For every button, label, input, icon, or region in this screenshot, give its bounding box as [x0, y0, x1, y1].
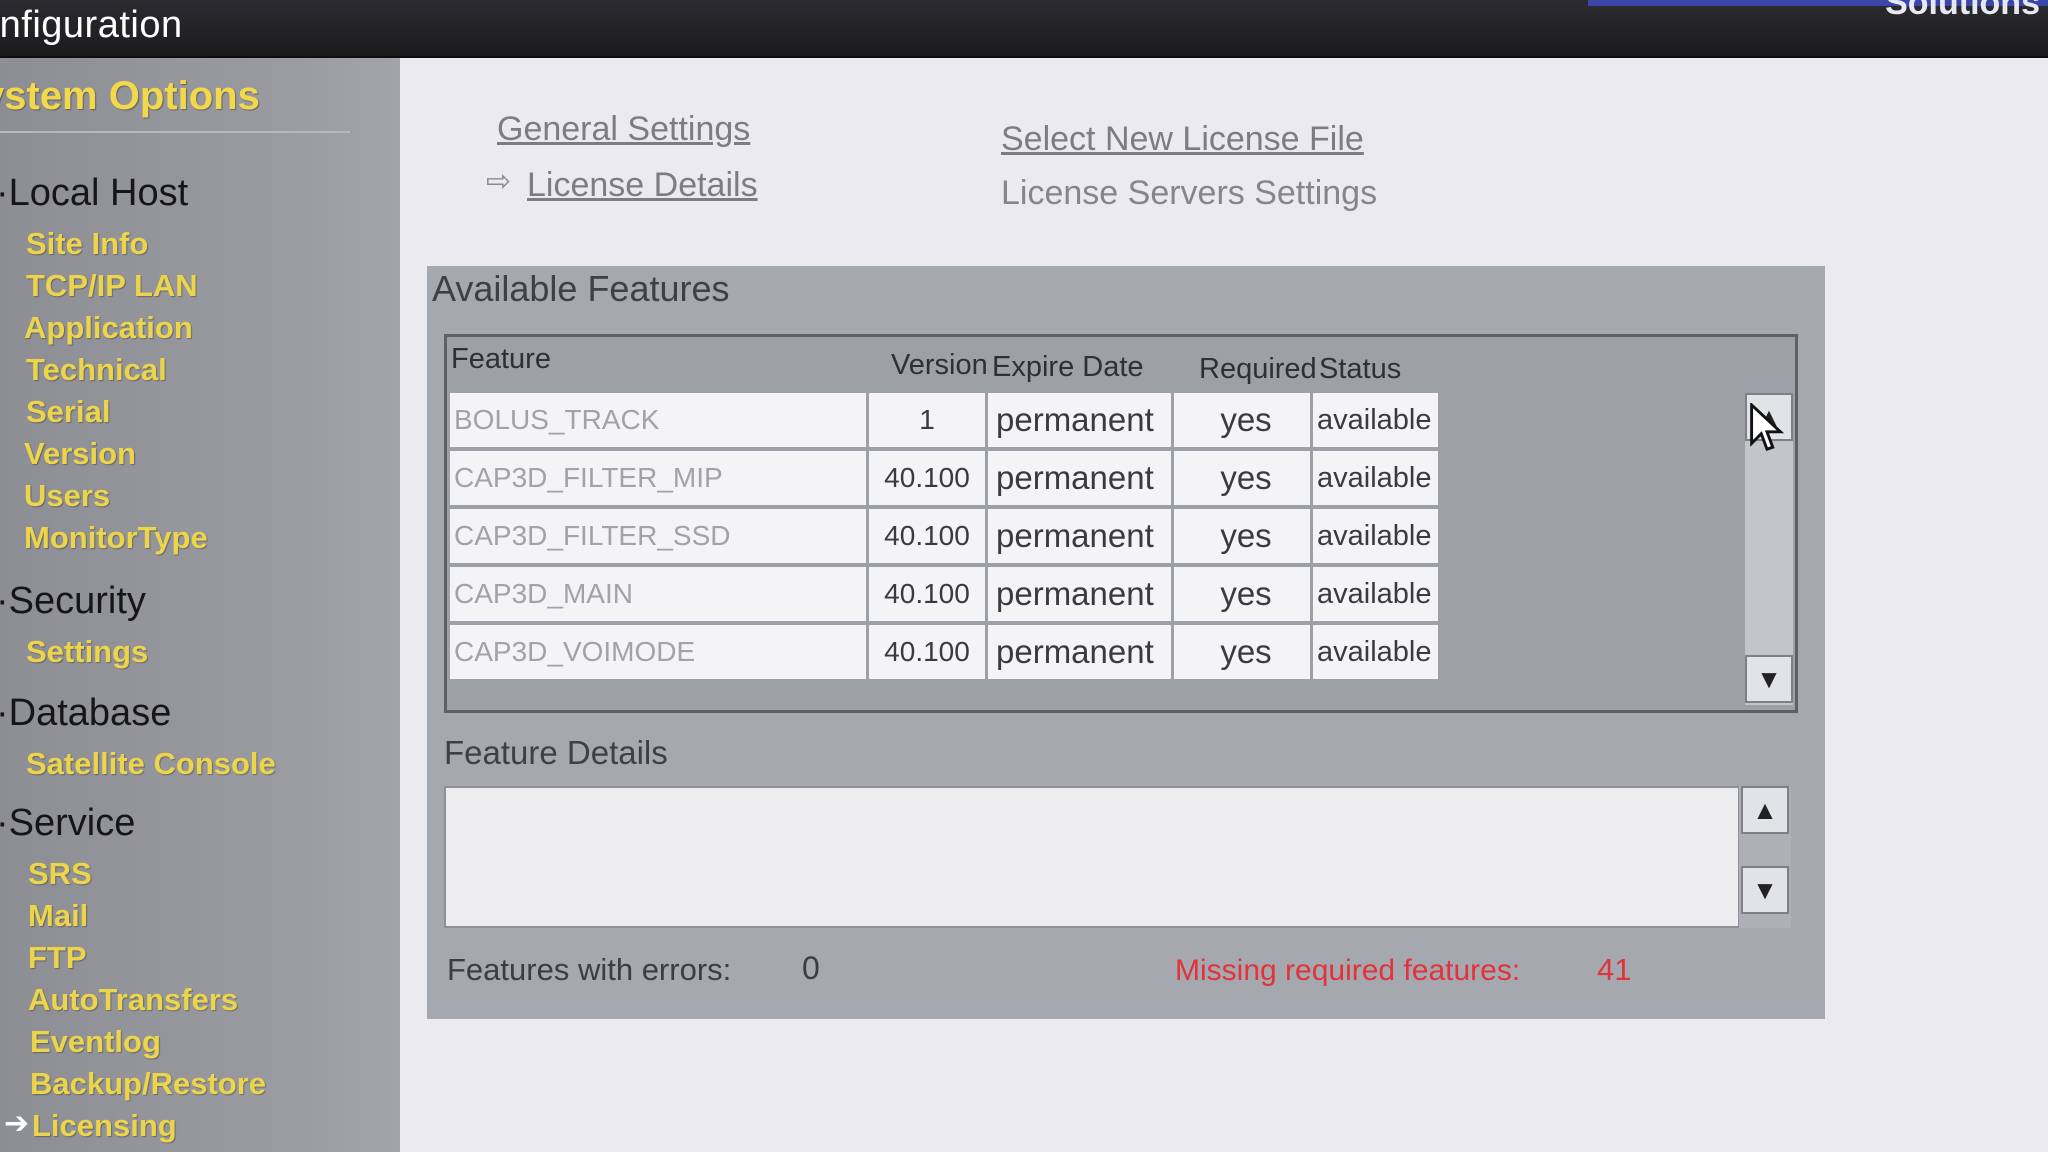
col-version[interactable]: Version	[891, 349, 988, 382]
table-row[interactable]: CAP3D_MAIN 40.100 permanent yes availabl…	[450, 567, 1742, 625]
cell-required: yes	[1174, 451, 1310, 505]
cell-required: yes	[1174, 393, 1310, 447]
features-table: Feature Version Expire Date Required Sta…	[444, 334, 1798, 713]
sidebar-item-site-info[interactable]: Site Info	[26, 226, 148, 262]
cell-status: available	[1313, 567, 1438, 621]
cell-expire: permanent	[988, 509, 1171, 563]
sidebar-item-settings[interactable]: Settings	[26, 634, 148, 670]
sidebar-item-technical[interactable]: Technical	[26, 352, 167, 388]
sidebar-item-version[interactable]: Version	[24, 436, 136, 472]
feature-details-title: Feature Details	[444, 734, 668, 771]
sidebar-item-autotransfers[interactable]: AutoTransfers	[28, 982, 238, 1018]
group-service[interactable]: ·Service	[0, 802, 135, 845]
cell-feature: CAP3D_VOIMODE	[450, 625, 866, 679]
link-license-servers-settings[interactable]: License Servers Settings	[1001, 174, 1377, 213]
sidebar: ystem Options ·Local Host Site Info TCP/…	[0, 58, 400, 1152]
cell-feature: CAP3D_FILTER_MIP	[450, 451, 866, 505]
cell-version: 1	[869, 393, 985, 447]
sidebar-item-licensing[interactable]: Licensing	[32, 1108, 177, 1144]
missing-required-features-label: Missing required features:	[1175, 954, 1521, 987]
sidebar-item-backup-restore[interactable]: Backup/Restore	[30, 1066, 266, 1102]
cell-expire: permanent	[988, 567, 1171, 621]
group-security[interactable]: ·Security	[0, 580, 146, 623]
sidebar-item-srs[interactable]: SRS	[28, 856, 92, 892]
sidebar-item-serial[interactable]: Serial	[26, 394, 110, 430]
available-features-panel: Available Features Feature Version Expir…	[427, 266, 1825, 1019]
window-title: onfiguration	[0, 4, 183, 46]
cell-required: yes	[1174, 509, 1310, 563]
features-with-errors-value: 0	[802, 950, 820, 986]
feature-details-box[interactable]	[444, 786, 1740, 928]
group-database[interactable]: ·Database	[0, 692, 171, 735]
cell-required: yes	[1174, 567, 1310, 621]
group-local-host[interactable]: ·Local Host	[0, 172, 188, 215]
sidebar-item-monitortype[interactable]: MonitorType	[24, 520, 208, 556]
sidebar-item-satellite-console[interactable]: Satellite Console	[26, 746, 276, 782]
cell-status: available	[1313, 393, 1438, 447]
cell-status: available	[1313, 451, 1438, 505]
table-row[interactable]: CAP3D_FILTER_SSD 40.100 permanent yes av…	[450, 509, 1742, 567]
sidebar-item-users[interactable]: Users	[24, 478, 110, 514]
cell-version: 40.100	[869, 451, 985, 505]
main-content: General Settings ⇨ License Details Selec…	[400, 58, 2048, 1152]
brand-text: Solutions	[1885, 0, 2040, 22]
cell-version: 40.100	[869, 625, 985, 679]
col-required[interactable]: Required	[1199, 353, 1317, 386]
arrow-right-icon: ➔	[4, 1107, 30, 1140]
sidebar-heading: ystem Options	[0, 74, 260, 118]
sidebar-item-eventlog[interactable]: Eventlog	[30, 1024, 161, 1060]
cell-version: 40.100	[869, 567, 985, 621]
cell-version: 40.100	[869, 509, 985, 563]
triangle-down-icon[interactable]: ▼	[1741, 866, 1789, 914]
table-row[interactable]: BOLUS_TRACK 1 permanent yes available	[450, 393, 1742, 451]
cell-required: yes	[1174, 625, 1310, 679]
title-bar: onfiguration Solutions	[0, 0, 2048, 58]
details-scrollbar[interactable]: ▲ ▼	[1739, 786, 1791, 928]
cell-expire: permanent	[988, 393, 1171, 447]
cell-feature: CAP3D_MAIN	[450, 567, 866, 621]
link-license-details[interactable]: License Details	[527, 166, 758, 205]
mouse-cursor-icon	[1750, 403, 1785, 451]
missing-required-features-value: 41	[1597, 952, 1632, 987]
col-status[interactable]: Status	[1319, 353, 1401, 386]
features-with-errors-label: Features with errors:	[447, 952, 732, 987]
cell-feature: CAP3D_FILTER_SSD	[450, 509, 866, 563]
table-row[interactable]: CAP3D_FILTER_MIP 40.100 permanent yes av…	[450, 451, 1742, 509]
link-general-settings[interactable]: General Settings	[497, 110, 750, 149]
col-feature[interactable]: Feature	[451, 343, 551, 376]
table-row[interactable]: CAP3D_VOIMODE 40.100 permanent yes avail…	[450, 625, 1742, 683]
cell-feature: BOLUS_TRACK	[450, 393, 866, 447]
sidebar-item-tcpip-lan[interactable]: TCP/IP LAN	[26, 268, 198, 304]
triangle-up-icon[interactable]: ▲	[1741, 786, 1789, 834]
sidebar-divider	[0, 131, 350, 133]
panel-title: Available Features	[432, 268, 730, 309]
cell-status: available	[1313, 625, 1438, 679]
sidebar-item-application[interactable]: Application	[24, 310, 193, 346]
sidebar-item-mail[interactable]: Mail	[28, 898, 88, 934]
cell-expire: permanent	[988, 451, 1171, 505]
cell-expire: permanent	[988, 625, 1171, 679]
current-page-arrow-icon: ⇨	[486, 165, 512, 198]
sidebar-item-ftp[interactable]: FTP	[28, 940, 87, 976]
col-expire-date[interactable]: Expire Date	[992, 351, 1144, 384]
link-select-new-license-file[interactable]: Select New License File	[1001, 120, 1364, 159]
table-header: Feature Version Expire Date Required Sta…	[447, 337, 1795, 391]
triangle-down-icon[interactable]: ▼	[1745, 655, 1793, 703]
cell-status: available	[1313, 509, 1438, 563]
